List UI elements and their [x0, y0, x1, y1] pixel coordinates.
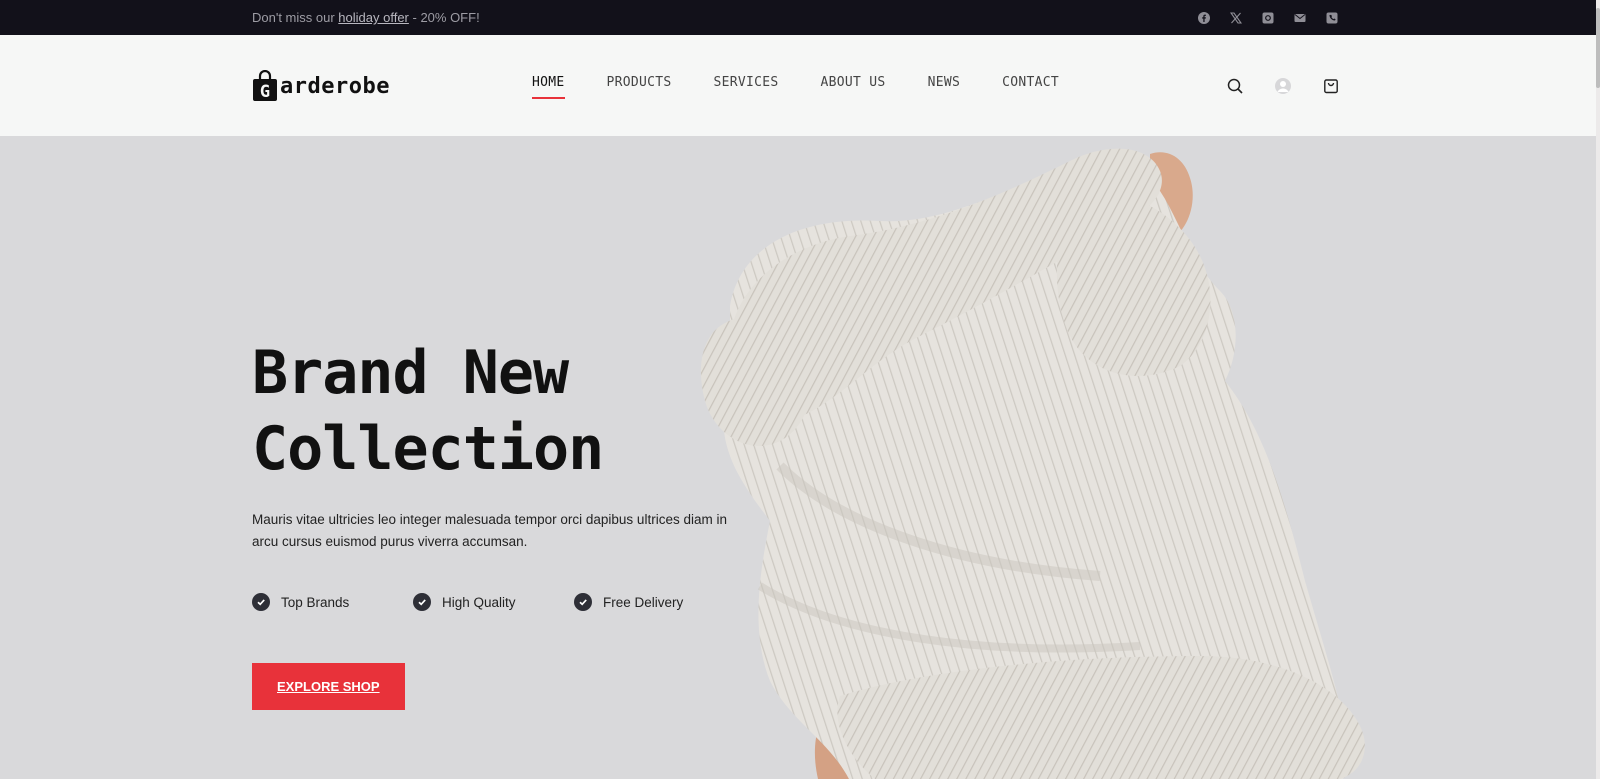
email-icon[interactable] [1292, 10, 1308, 26]
feature-list: Top Brands High Quality Free Delivery [252, 593, 742, 611]
nav-contact[interactable]: CONTACT [1002, 75, 1059, 99]
main-nav: HOME PRODUCTS SERVICES ABOUT US NEWS CON… [532, 75, 1059, 99]
promo-text: Don't miss our holiday offer - 20% OFF! [252, 0, 480, 35]
nav-home[interactable]: HOME [532, 75, 565, 99]
feature-item: High Quality [413, 593, 574, 611]
x-twitter-icon[interactable] [1228, 10, 1244, 26]
hero-section: Brand New Collection Mauris vitae ultric… [252, 335, 742, 710]
social-links [1196, 10, 1340, 26]
feature-label: Top Brands [281, 594, 350, 610]
header-actions [1226, 77, 1340, 95]
facebook-icon[interactable] [1196, 10, 1212, 26]
nav-products[interactable]: PRODUCTS [607, 75, 672, 99]
logo-text: arderobe [280, 73, 390, 99]
check-circle-icon [252, 593, 270, 611]
logo-letter: G [260, 82, 270, 102]
check-circle-icon [574, 593, 592, 611]
feature-item: Top Brands [252, 593, 413, 611]
phone-icon[interactable] [1324, 10, 1340, 26]
instagram-icon[interactable] [1260, 10, 1276, 26]
user-avatar-icon[interactable] [1274, 77, 1292, 95]
feature-label: High Quality [442, 594, 516, 610]
logo[interactable]: G arderobe [252, 69, 390, 102]
top-promo-bar: Don't miss our holiday offer - 20% OFF! [0, 0, 1600, 35]
hero-title: Brand New Collection [252, 335, 712, 487]
nav-news[interactable]: NEWS [928, 75, 961, 99]
page-scrollbar[interactable] [1596, 0, 1600, 779]
holiday-offer-link[interactable]: holiday offer [338, 10, 409, 25]
hero-title-line2: Collection [252, 414, 604, 484]
scrollbar-thumb[interactable] [1596, 8, 1600, 88]
check-circle-icon [413, 593, 431, 611]
nav-about-us[interactable]: ABOUT US [821, 75, 886, 99]
nav-services[interactable]: SERVICES [714, 75, 779, 99]
hero-description: Mauris vitae ultricies leo integer males… [252, 512, 727, 549]
explore-shop-button[interactable]: EXPLORE SHOP [252, 663, 405, 710]
shopping-bag-icon[interactable] [1322, 77, 1340, 95]
logo-bag-icon: G [252, 69, 278, 102]
hero-sweater-image [700, 136, 1400, 779]
promo-prefix: Don't miss our [252, 10, 339, 25]
feature-item: Free Delivery [574, 593, 735, 611]
hero-title-line1: Brand New [252, 338, 569, 408]
search-icon[interactable] [1226, 77, 1244, 95]
feature-label: Free Delivery [603, 594, 684, 610]
site-header: G arderobe HOME PRODUCTS SERVICES ABOUT … [0, 35, 1600, 136]
promo-suffix: - 20% OFF! [408, 10, 480, 25]
